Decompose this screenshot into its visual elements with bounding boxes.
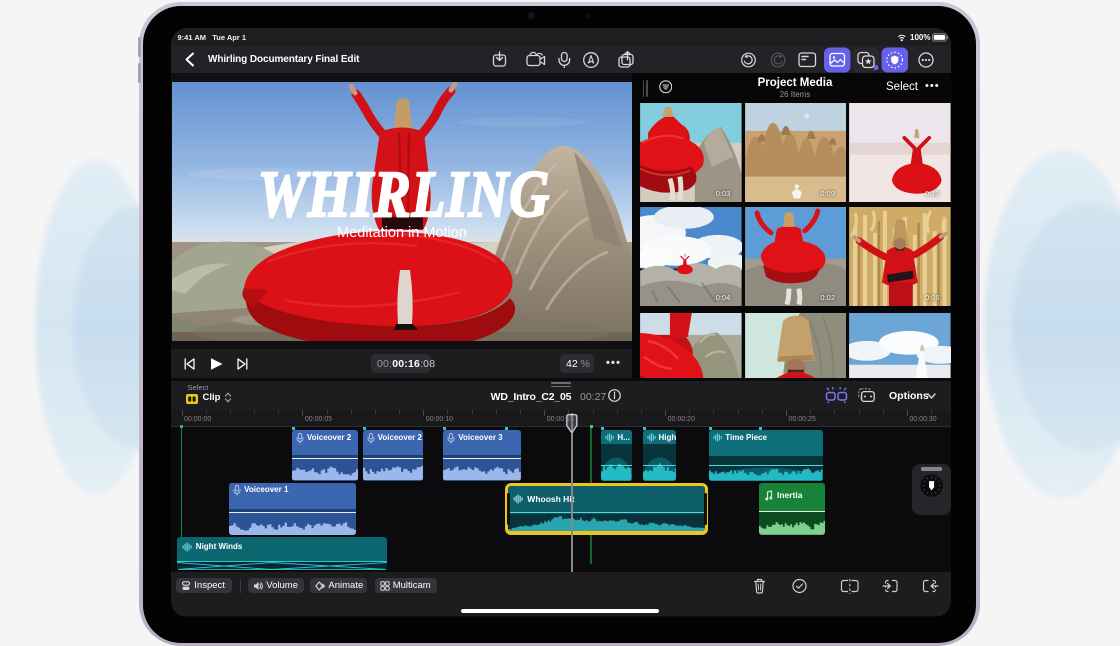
- svg-text:Meditation in Motion: Meditation in Motion: [337, 225, 467, 241]
- svg-text:WHIRLING: WHIRLING: [258, 158, 550, 231]
